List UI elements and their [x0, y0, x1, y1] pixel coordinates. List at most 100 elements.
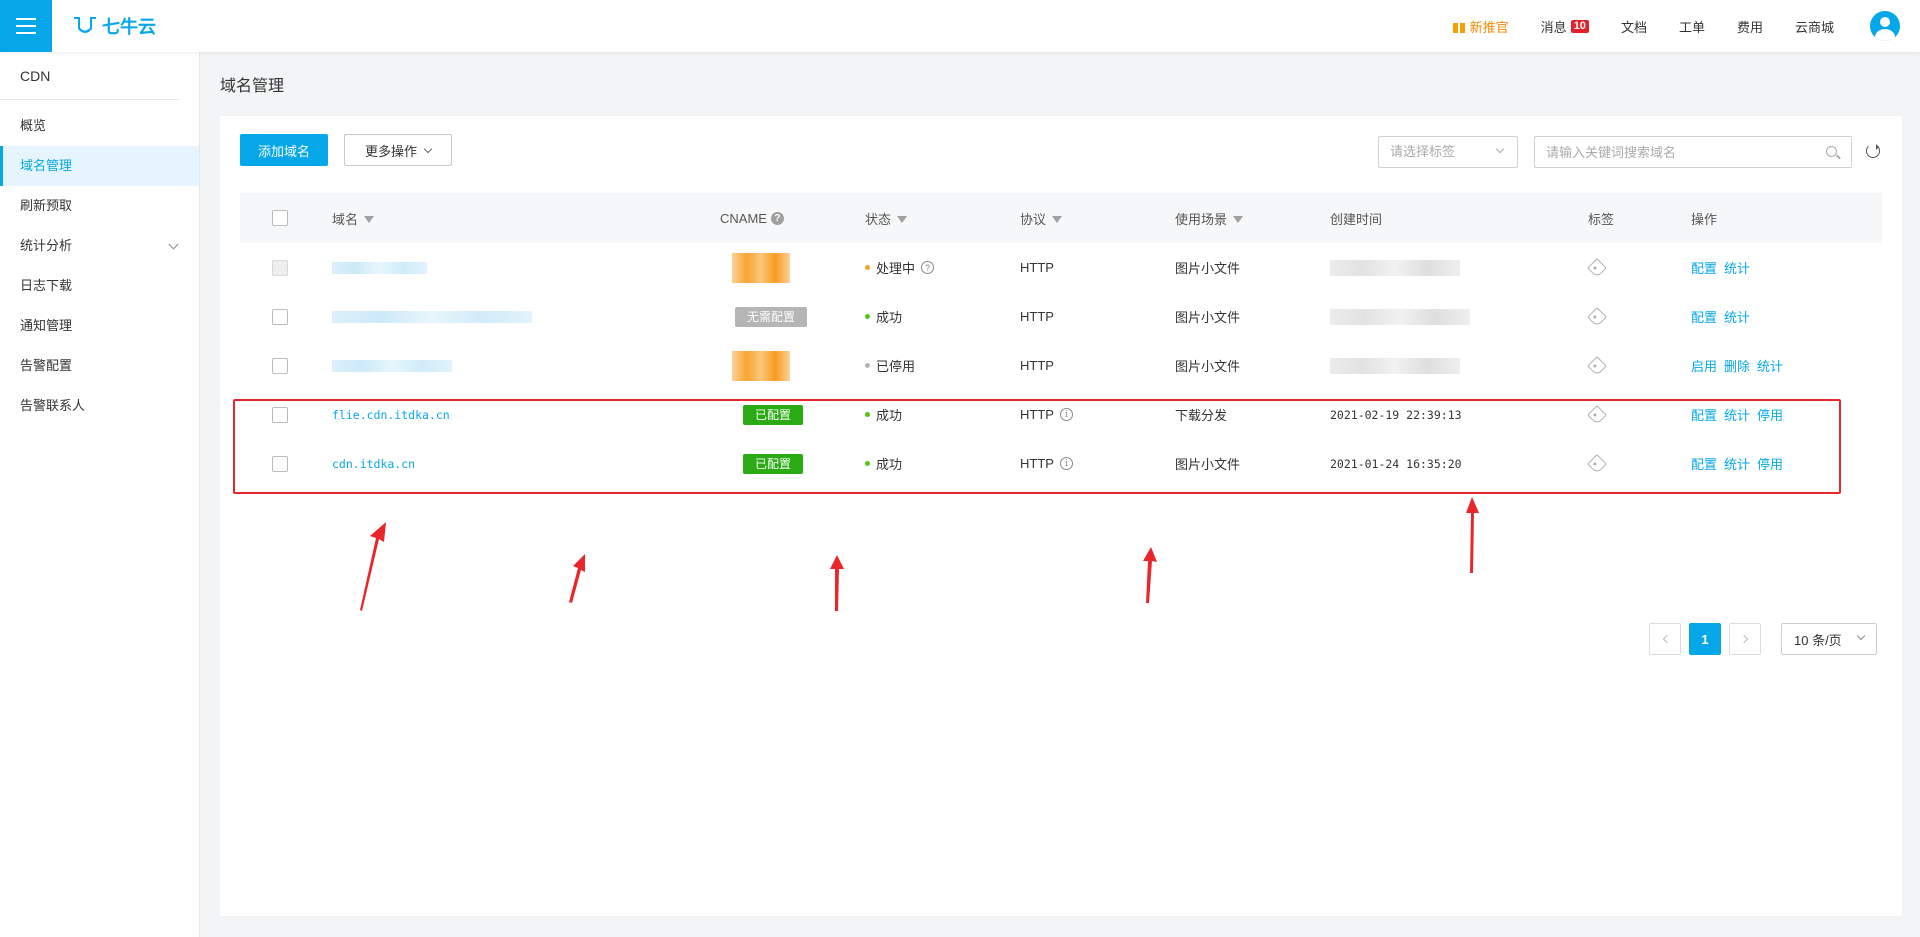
row-action-link[interactable]: 启用 [1691, 356, 1717, 375]
tag-cell [1587, 404, 1691, 425]
header-checkbox-cell [240, 210, 332, 226]
row-checkbox[interactable] [272, 406, 288, 423]
row-action-link[interactable]: 统计 [1724, 258, 1750, 277]
row-action-link[interactable]: 配置 [1691, 258, 1717, 277]
row-action-link[interactable]: 删除 [1724, 356, 1750, 375]
row-action-link[interactable]: 统计 [1724, 454, 1750, 473]
filter-icon[interactable] [364, 215, 375, 223]
created-cell: 2021-02-19 22:39:13 [1330, 408, 1588, 422]
tag-select[interactable]: 请选择标签 [1378, 136, 1518, 168]
info-icon[interactable]: i [1059, 457, 1073, 470]
cname-cell: 已配置 [720, 404, 865, 425]
chevron-down-icon [423, 144, 433, 153]
nav-marketplace[interactable]: 云商城 [1795, 17, 1834, 36]
status-cell: 已停用 [865, 356, 1020, 375]
row-checkbox-cell [240, 357, 332, 374]
pagination: 1 10 条/页 [1649, 623, 1877, 655]
refresh-icon[interactable] [1866, 144, 1880, 158]
help-icon[interactable]: ? [921, 261, 935, 274]
domain-search-input[interactable] [1535, 137, 1815, 167]
sidebar-item-refresh-prefetch[interactable]: 刷新预取 [0, 186, 199, 226]
created-time: 2021-02-19 22:39:13 [1330, 407, 1462, 422]
status-cell: 处理中? [865, 258, 1020, 277]
sidebar-item-alert-config[interactable]: 告警配置 [0, 346, 199, 386]
sidebar: CDN 概览 域名管理 刷新预取 统计分析 日志下载 通知管理 告警配置 告警联… [0, 52, 200, 937]
filter-icon[interactable] [897, 215, 908, 223]
protocol-cell: HTTP [1020, 309, 1175, 324]
sidebar-item-statistics[interactable]: 统计分析 [0, 226, 199, 266]
row-action-link[interactable]: 统计 [1724, 405, 1750, 424]
row-action-link[interactable]: 配置 [1691, 405, 1717, 424]
filter-icon[interactable] [1233, 215, 1244, 223]
qiniu-logo[interactable]: 七牛云 [72, 12, 156, 40]
row-action-link[interactable]: 停用 [1757, 454, 1783, 473]
help-icon[interactable]: ? [770, 211, 784, 225]
redacted-time [1330, 259, 1460, 276]
created-cell [1330, 357, 1588, 374]
ops-cell: 配置 统计 停用 [1691, 405, 1871, 424]
nav-docs[interactable]: 文档 [1621, 17, 1647, 36]
row-checkbox[interactable] [272, 357, 288, 374]
ops-cell: 配置 统计 停用 [1691, 454, 1871, 473]
page-title: 域名管理 [220, 78, 285, 95]
sidebar-item-domain-management[interactable]: 域名管理 [0, 146, 199, 186]
hamburger-menu-button[interactable] [0, 0, 52, 52]
nav-promo[interactable]: 新推官 [1452, 17, 1509, 36]
logo-icon [74, 17, 96, 33]
top-bar: 七牛云 新推官 消息 10 文档 工单 费用 云商城 [0, 0, 1920, 52]
user-avatar[interactable] [1870, 11, 1900, 41]
sidebar-item-notifications[interactable]: 通知管理 [0, 306, 199, 346]
chevron-down-icon [1495, 144, 1505, 154]
row-action-link[interactable]: 统计 [1757, 356, 1783, 375]
row-checkbox[interactable] [272, 308, 288, 325]
row-action-link[interactable]: 停用 [1757, 405, 1783, 424]
more-actions-dropdown[interactable]: 更多操作 [344, 134, 452, 166]
search-icon[interactable] [1826, 146, 1837, 157]
sidebar-menu: 概览 域名管理 刷新预取 统计分析 日志下载 通知管理 告警配置 告警联系人 [0, 106, 199, 426]
row-action-link[interactable]: 统计 [1724, 307, 1750, 326]
cname-cell [720, 350, 865, 381]
add-domain-button[interactable]: 添加域名 [240, 134, 328, 166]
header-scene: 使用场景 [1175, 209, 1330, 228]
ops-cell: 配置 统计 [1691, 258, 1871, 277]
nav-billing[interactable]: 费用 [1737, 17, 1763, 36]
info-icon[interactable]: i [1059, 408, 1073, 421]
next-page-button[interactable] [1729, 623, 1761, 655]
cname-status-pill: 已配置 [743, 404, 804, 425]
header-cname-label: CNAME [720, 210, 767, 226]
header-status: 状态 [865, 209, 1020, 228]
header-ops-label: 操作 [1691, 211, 1718, 227]
gift-icon [1452, 19, 1466, 33]
nav-tickets[interactable]: 工单 [1679, 17, 1705, 36]
domain-link[interactable]: cdn.itdka.cn [332, 457, 415, 471]
sidebar-title: CDN [0, 52, 179, 100]
prev-page-button[interactable] [1649, 623, 1681, 655]
cname-cell: 无需配置 [720, 306, 865, 327]
menu-line [16, 32, 36, 34]
tag-icon[interactable] [1587, 257, 1607, 278]
select-all-checkbox[interactable] [272, 210, 288, 226]
row-checkbox[interactable] [272, 455, 288, 472]
row-action-link[interactable]: 配置 [1691, 454, 1717, 473]
tag-icon[interactable] [1587, 306, 1607, 327]
tag-icon[interactable] [1587, 355, 1607, 376]
header-protocol-label: 协议 [1020, 211, 1047, 227]
sidebar-item-overview[interactable]: 概览 [0, 106, 199, 146]
page-size-select[interactable]: 10 条/页 [1781, 623, 1877, 655]
row-action-link[interactable]: 配置 [1691, 307, 1717, 326]
header-tag-label: 标签 [1588, 211, 1615, 227]
messages-count-badge: 10 [1570, 19, 1589, 33]
top-nav: 新推官 消息 10 文档 工单 费用 云商城 [1420, 0, 1920, 52]
sidebar-item-log-download[interactable]: 日志下载 [0, 266, 199, 306]
chevron-right-icon [1739, 634, 1748, 644]
status-dot [865, 412, 870, 417]
sidebar-item-alert-contacts[interactable]: 告警联系人 [0, 386, 199, 426]
filter-icon[interactable] [1052, 215, 1063, 223]
domain-link[interactable]: flie.cdn.itdka.cn [332, 408, 450, 422]
page-number-button[interactable]: 1 [1689, 623, 1721, 655]
nav-messages[interactable]: 消息 10 [1541, 17, 1589, 36]
tag-icon[interactable] [1587, 453, 1607, 474]
protocol-cell: HTTP [1020, 358, 1175, 373]
protocol-cell: HTTP i [1020, 456, 1175, 471]
tag-icon[interactable] [1587, 404, 1607, 425]
